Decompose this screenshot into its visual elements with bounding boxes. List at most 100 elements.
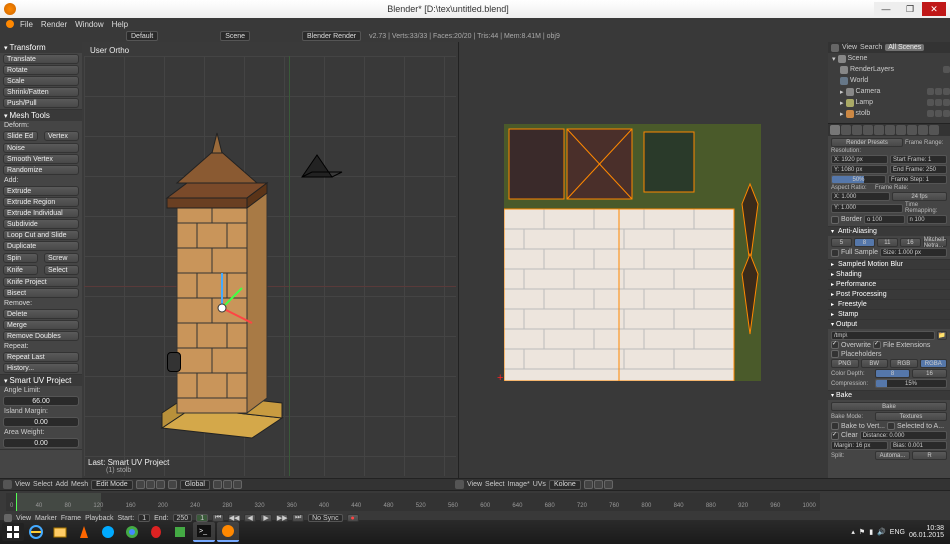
remap-new-field[interactable]: n 100 (907, 215, 948, 224)
start-button[interactable] (2, 523, 24, 541)
tl-start-field[interactable]: 1 (138, 514, 150, 522)
sel-vert-icon[interactable] (136, 480, 145, 489)
uv-select-menu[interactable]: Select (485, 481, 504, 488)
manipulator-icon[interactable] (213, 480, 222, 489)
depth-16-button[interactable]: 16 (912, 369, 947, 378)
sync-dropdown[interactable]: No Sync (308, 514, 342, 522)
view3d-add-menu[interactable]: Add (56, 481, 68, 488)
slide-vertex-button[interactable]: Vertex (44, 131, 79, 141)
spin-button[interactable]: Spin (3, 253, 38, 263)
repeat-last-button[interactable]: Repeat Last (3, 352, 79, 362)
tab-texture[interactable] (929, 125, 939, 135)
browse-folder-icon[interactable]: 📁 (937, 331, 947, 340)
tree-lamp[interactable]: ▸Lamp (828, 97, 950, 108)
split-r-button[interactable]: R (912, 451, 947, 460)
depth-8-button[interactable]: 8 (875, 369, 910, 378)
clock-time[interactable]: 10:38 (909, 525, 944, 532)
split-auto-button[interactable]: Automa... (875, 451, 910, 460)
bake-header[interactable]: Bake (828, 390, 950, 400)
uv-pin-icon[interactable] (584, 480, 593, 489)
uv-image-editor[interactable]: + (458, 42, 828, 478)
bw-button[interactable]: BW (861, 359, 889, 368)
action-center-icon[interactable]: ⚑ (859, 528, 865, 536)
format-dropdown[interactable]: PNG (831, 359, 859, 368)
tab-scene[interactable] (852, 125, 862, 135)
tl-playback-menu[interactable]: Playback (85, 515, 113, 522)
anti-aliasing-header[interactable]: Anti-Aliasing (828, 226, 950, 236)
uv-editor-icon[interactable] (455, 480, 464, 489)
skype-icon[interactable] (97, 522, 119, 542)
file-ext-checkbox[interactable] (873, 341, 881, 349)
shading-icon[interactable] (168, 480, 177, 489)
play-icon[interactable]: ▶ (260, 514, 272, 522)
merge-button[interactable]: Merge (3, 320, 79, 330)
mode-dropdown[interactable]: Edit Mode (91, 480, 133, 490)
image-dropdown[interactable]: Kolone (549, 480, 581, 490)
menu-file[interactable]: File (20, 20, 33, 29)
extrude-individual-button[interactable]: Extrude Individual (3, 208, 79, 218)
menu-help[interactable]: Help (112, 20, 128, 29)
aa-8-button[interactable]: 8 (854, 238, 875, 247)
compression-slider[interactable]: 15% (875, 379, 947, 388)
island-margin-field[interactable]: 0.00 (3, 417, 79, 427)
noise-button[interactable]: Noise (3, 143, 79, 153)
duplicate-button[interactable]: Duplicate (3, 241, 79, 251)
freestyle-header[interactable]: Freestyle (828, 299, 950, 309)
slide-edge-button[interactable]: Slide Ed (3, 131, 38, 141)
file-explorer-icon[interactable] (49, 522, 71, 542)
window-close-button[interactable]: ✕ (922, 2, 946, 16)
tab-material[interactable] (918, 125, 928, 135)
outliner-filter[interactable]: All Scenes (885, 44, 924, 51)
smooth-vertex-button[interactable]: Smooth Vertex (3, 154, 79, 164)
view3d-select-menu[interactable]: Select (33, 481, 52, 488)
sel-face-icon[interactable] (156, 480, 165, 489)
mesh-object[interactable] (152, 128, 292, 448)
area-weight-field[interactable]: 0.00 (3, 438, 79, 448)
camera-object[interactable] (297, 147, 347, 187)
remove-doubles-button[interactable]: Remove Doubles (3, 331, 79, 341)
jump-end-icon[interactable]: ⏭ (292, 514, 304, 522)
shading-header[interactable]: Shading (828, 269, 950, 279)
window-minimize-button[interactable]: — (874, 2, 898, 16)
chrome-icon[interactable] (121, 522, 143, 542)
overwrite-checkbox[interactable] (831, 341, 839, 349)
tree-scene[interactable]: ▾Scene (828, 53, 950, 64)
end-frame-field[interactable]: End Frame: 250 (890, 165, 947, 174)
uv-snap-icon[interactable] (594, 480, 603, 489)
rotate-button[interactable]: Rotate (3, 65, 79, 75)
selected-to-active-checkbox[interactable] (887, 422, 895, 430)
tree-world[interactable]: World (828, 75, 950, 86)
full-sample-checkbox[interactable] (831, 249, 839, 257)
aa-16-button[interactable]: 16 (900, 238, 921, 247)
tray-up-icon[interactable]: ▴ (851, 528, 855, 536)
blender-taskbar-icon[interactable] (217, 522, 239, 542)
auto-key-icon[interactable]: ● (347, 514, 359, 522)
tl-end-field[interactable]: 250 (173, 514, 193, 522)
performance-header[interactable]: Performance (828, 279, 950, 289)
border-checkbox[interactable] (831, 216, 839, 224)
tl-current-field[interactable]: 1 (196, 514, 208, 522)
tab-render[interactable] (830, 125, 840, 135)
tree-renderlayers[interactable]: RenderLayers (828, 64, 950, 75)
rgb-button[interactable]: RGB (890, 359, 918, 368)
aa-filter-dropdown[interactable]: Mitchell-Netra... (923, 238, 947, 247)
frame-step-field[interactable]: Frame Step: 1 (888, 175, 947, 184)
shrink-fatten-button[interactable]: Shrink/Fatten (3, 87, 79, 97)
distance-field[interactable]: Distance: 0.000 (860, 431, 947, 440)
menu-window[interactable]: Window (75, 20, 103, 29)
layout-dropdown[interactable]: Default (126, 31, 158, 41)
translate-button[interactable]: Translate (3, 54, 79, 64)
snap-icon[interactable] (223, 480, 232, 489)
output-path-field[interactable]: /tmp\ (831, 331, 935, 340)
system-tray[interactable]: ▴ ⚑ ▮ 🔊 ENG 10:38 06.01.2015 (851, 525, 948, 539)
network-icon[interactable]: ▮ (869, 528, 873, 536)
cmd-icon[interactable]: >_ (193, 522, 215, 542)
history-button[interactable]: History... (3, 363, 79, 373)
screw-button[interactable]: Screw (44, 253, 79, 263)
post-processing-header[interactable]: Post Processing (828, 289, 950, 299)
res-y-field[interactable]: Y: 1080 px (831, 165, 888, 174)
motion-blur-header[interactable]: Sampled Motion Blur (828, 259, 950, 269)
opera-icon[interactable] (145, 522, 167, 542)
tab-constraints[interactable] (885, 125, 895, 135)
transform-header[interactable]: Transform (0, 42, 82, 53)
